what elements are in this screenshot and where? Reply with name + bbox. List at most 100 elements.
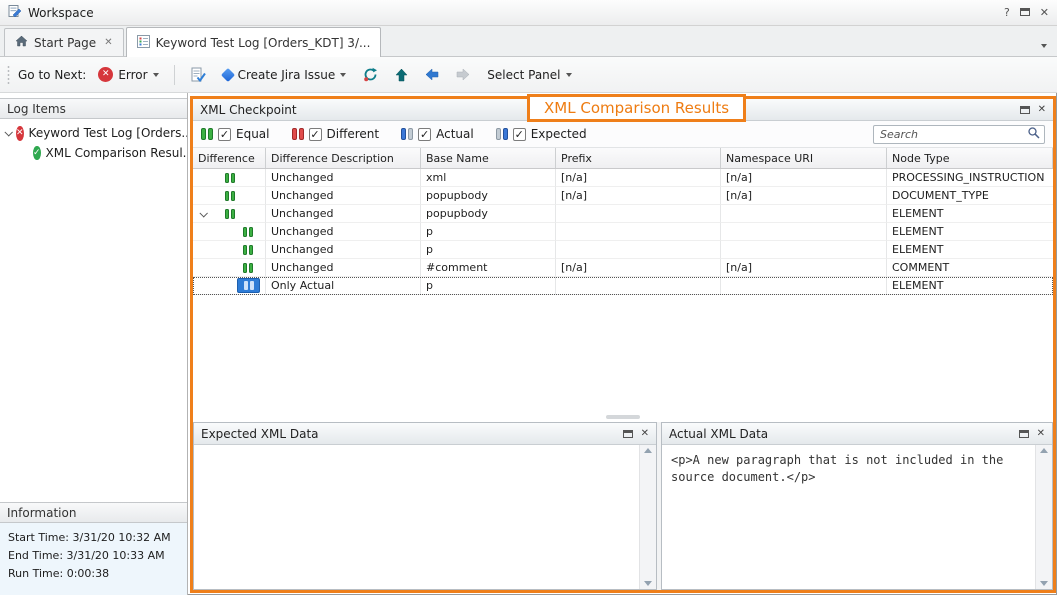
document-tabbar: Start Page ✕ Keyword Test Log [Orders_KD… [0,26,1057,57]
expected-xml-data-title: Expected XML Data [201,427,319,441]
difference-cell [193,205,266,223]
prefix-cell [556,205,721,223]
column-header-difference-description[interactable]: Difference Description [266,148,421,168]
base-name-cell: popupbody [421,187,556,205]
scroll-up-icon[interactable] [1040,448,1048,453]
actual-checkbox[interactable]: ✓ [418,128,431,141]
difference-description-cell: Unchanged [266,169,421,187]
search-input[interactable] [880,128,1027,141]
toolbar-separator [174,65,175,85]
start-time-text: Start Time: 3/31/20 10:32 AM [8,529,179,547]
chevron-down-icon [566,73,572,77]
tree-item-xml-comparison-result[interactable]: ✓ XML Comparison Resul... [0,143,187,163]
workspace-icon [8,4,22,21]
node-type-cell: COMMENT [887,259,1053,277]
vertical-scrollbar[interactable] [1035,445,1052,589]
column-header-prefix[interactable]: Prefix [556,148,721,168]
window-titlebar: Workspace ? ✕ [0,0,1057,26]
chevron-down-icon [340,73,346,77]
filter-expected: ✓ Expected [496,127,587,141]
tab-start-page[interactable]: Start Page ✕ [4,28,124,56]
difference-description-cell: Unchanged [266,241,421,259]
error-button-label: Error [118,68,147,82]
float-panel-icon[interactable] [1020,106,1030,114]
float-window-icon[interactable] [1020,7,1030,18]
table-row[interactable]: Unchanged xml [n/a] [n/a] PROCESSING_INS… [193,169,1053,187]
help-icon[interactable]: ? [1004,7,1010,18]
close-panel-icon[interactable]: ✕ [641,429,649,439]
expected-checkbox[interactable]: ✓ [513,128,526,141]
back-button[interactable] [420,65,444,84]
scroll-down-icon[interactable] [1040,581,1048,586]
namespace-uri-cell: [n/a] [721,259,887,277]
difference-cell [193,223,266,241]
horizontal-splitter[interactable] [193,412,1053,422]
keyword-test-log-icon [137,35,150,51]
different-checkbox[interactable]: ✓ [309,128,322,141]
equal-checkbox[interactable]: ✓ [218,128,231,141]
tab-close-icon[interactable]: ✕ [104,37,112,48]
column-header-base-name[interactable]: Base Name [421,148,556,168]
expander-chevron-icon[interactable] [199,209,207,217]
node-type-cell: ELEMENT [887,205,1053,223]
different-pair-icon [292,128,304,140]
go-to-next-label: Go to Next: [18,68,86,82]
prefix-cell: [n/a] [556,169,721,187]
expander-chevron-icon[interactable] [4,128,12,136]
column-header-difference[interactable]: Difference [193,148,266,168]
scroll-up-icon[interactable] [644,448,652,453]
close-window-icon[interactable]: ✕ [1040,7,1049,18]
float-panel-icon[interactable] [623,430,633,438]
show-test-details-button[interactable] [185,64,211,86]
create-jira-issue-button[interactable]: Create Jira Issue [218,65,352,85]
jira-diamond-icon [221,67,235,81]
difference-cell [193,187,266,205]
column-header-node-type[interactable]: Node Type [887,148,1053,168]
table-row[interactable]: Unchanged popupbody ELEMENT [193,205,1053,223]
column-header-namespace-uri[interactable]: Namespace URI [721,148,887,168]
tree-item-keyword-test-log[interactable]: ✕ Keyword Test Log [Orders... [0,123,187,143]
expected-xml-content [194,445,639,589]
select-panel-button[interactable]: Select Panel [482,65,576,85]
float-panel-icon[interactable] [1019,430,1029,438]
table-row[interactable]: Unchanged popupbody [n/a] [n/a] DOCUMENT… [193,187,1053,205]
xml-checkpoint-title: XML Checkpoint [200,103,297,117]
equal-pair-icon [201,128,213,140]
only-actual-icon [237,278,260,293]
end-time-text: End Time: 3/31/20 10:33 AM [8,547,179,565]
xml-checkpoint-panel: XML Checkpoint ✕ ✓ Equal ✓ Different ✓ A… [190,96,1056,593]
vertical-scrollbar[interactable] [639,445,656,589]
search-icon[interactable] [1027,126,1040,142]
table-row[interactable]: Unchanged p ELEMENT [193,223,1053,241]
forward-arrow-icon [456,68,470,81]
prefix-cell: [n/a] [556,187,721,205]
log-items-tree: ✕ Keyword Test Log [Orders... ✓ XML Comp… [0,119,187,502]
go-up-one-level-button[interactable] [390,65,413,85]
equal-icon [225,191,235,201]
equal-icon [243,245,253,255]
go-to-next-error-button[interactable]: ✕ Error [93,64,163,85]
close-panel-icon[interactable]: ✕ [1038,105,1046,115]
actual-label: Actual [436,127,474,141]
namespace-uri-cell: [n/a] [721,169,887,187]
tree-item-label: XML Comparison Resul... [46,146,187,160]
difference-description-cell: Unchanged [266,223,421,241]
tab-keyword-test-log[interactable]: Keyword Test Log [Orders_KDT] 3/... [126,27,382,57]
prefix-cell [556,241,721,259]
node-type-cell: PROCESSING_INSTRUCTION [887,169,1053,187]
toolbar-drag-handle[interactable] [6,65,11,85]
node-type-cell: ELEMENT [887,277,1053,295]
prefix-cell [556,277,721,295]
table-row-selected[interactable]: Only Actual p ELEMENT [193,277,1053,295]
rerun-test-button[interactable] [358,64,383,85]
close-panel-icon[interactable]: ✕ [1037,429,1045,439]
information-header: Information [0,502,187,523]
tab-list-chevron-icon[interactable] [1041,44,1047,48]
table-row[interactable]: Unchanged #comment [n/a] [n/a] COMMENT [193,259,1053,277]
log-items-header: Log Items [0,98,187,119]
forward-button[interactable] [451,65,475,84]
node-type-cell: ELEMENT [887,241,1053,259]
success-check-icon: ✓ [33,146,41,160]
table-row[interactable]: Unchanged p ELEMENT [193,241,1053,259]
scroll-down-icon[interactable] [644,581,652,586]
